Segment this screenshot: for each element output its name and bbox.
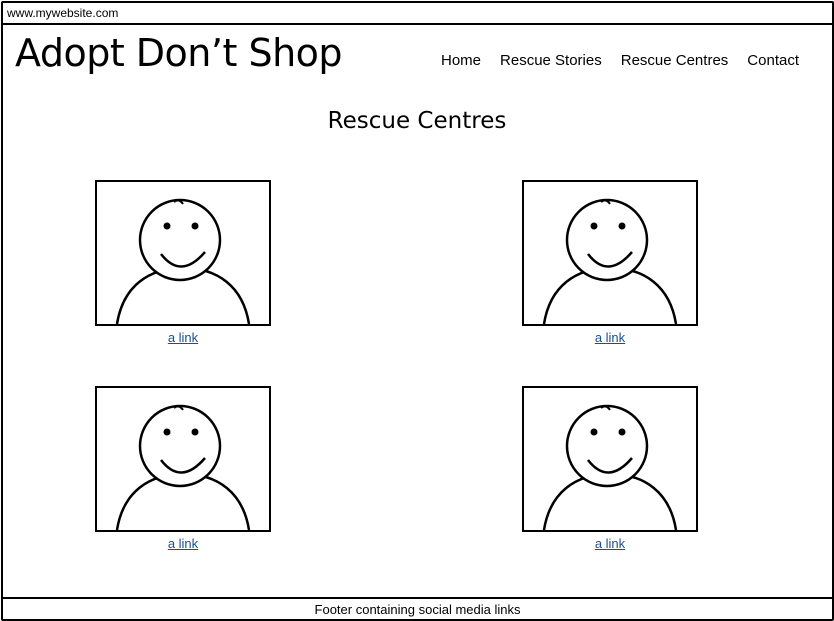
card-link[interactable]: a link bbox=[95, 536, 271, 551]
rescue-centre-card: a link bbox=[522, 386, 698, 551]
image-placeholder[interactable] bbox=[95, 386, 271, 532]
person-icon bbox=[115, 404, 251, 530]
image-placeholder[interactable] bbox=[522, 386, 698, 532]
nav-home[interactable]: Home bbox=[441, 52, 481, 69]
rescue-centre-card: a link bbox=[95, 180, 271, 345]
person-icon bbox=[115, 198, 251, 324]
image-placeholder[interactable] bbox=[95, 180, 271, 326]
card-link[interactable]: a link bbox=[522, 536, 698, 551]
footer-text: Footer containing social media links bbox=[314, 602, 521, 617]
nav-rescue-stories[interactable]: Rescue Stories bbox=[500, 52, 602, 69]
site-logo[interactable]: Adopt Don’t Shop bbox=[15, 31, 343, 75]
person-icon bbox=[542, 198, 678, 324]
rescue-centre-card: a link bbox=[522, 180, 698, 345]
page-footer: Footer containing social media links bbox=[3, 597, 832, 620]
card-link[interactable]: a link bbox=[95, 330, 271, 345]
url-text: www.mywebsite.com bbox=[7, 6, 119, 20]
nav-contact[interactable]: Contact bbox=[747, 52, 799, 69]
rescue-centre-card: a link bbox=[95, 386, 271, 551]
image-placeholder[interactable] bbox=[522, 180, 698, 326]
card-link[interactable]: a link bbox=[522, 330, 698, 345]
address-bar[interactable]: www.mywebsite.com bbox=[3, 3, 832, 25]
nav-rescue-centres[interactable]: Rescue Centres bbox=[621, 52, 729, 69]
main-nav: Home Rescue Stories Rescue Centres Conta… bbox=[441, 52, 799, 69]
person-icon bbox=[542, 404, 678, 530]
page-title: Rescue Centres bbox=[327, 108, 507, 134]
